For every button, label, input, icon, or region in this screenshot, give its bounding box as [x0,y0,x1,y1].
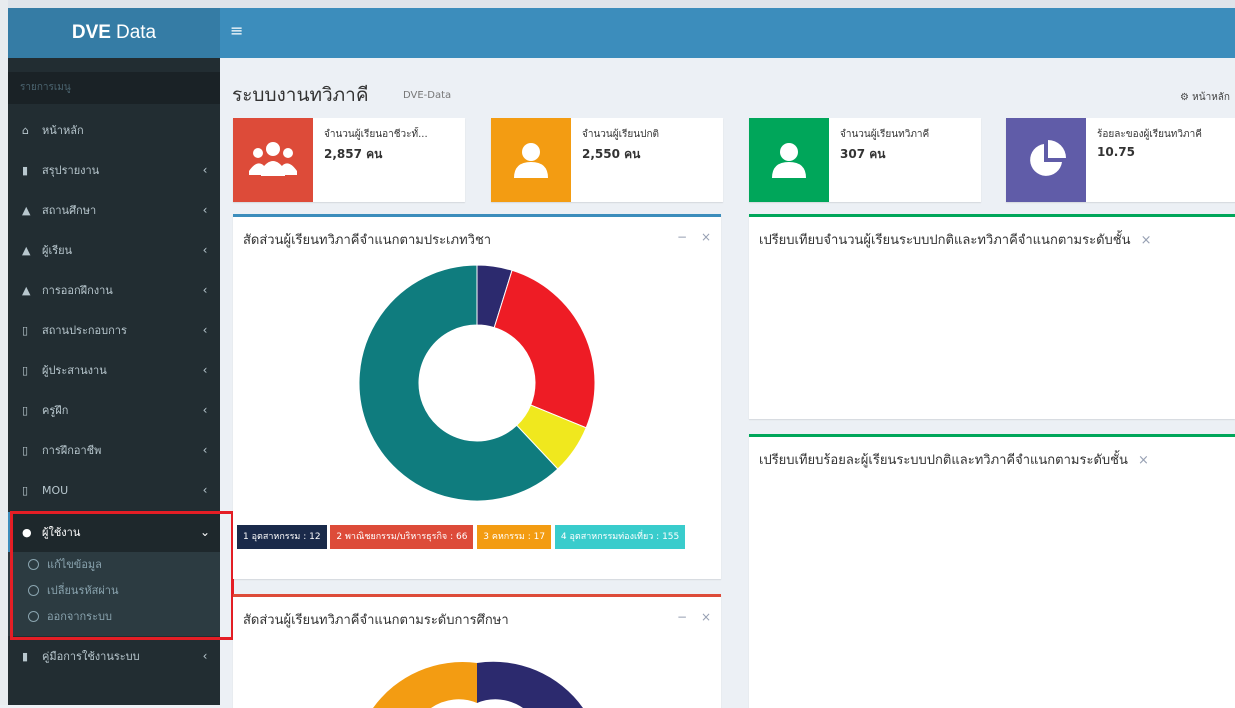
user-icon [491,118,571,202]
sidebar-item-label: หน้าหลัก [42,124,84,137]
info-box-all-students: จำนวนผู้เรียนอาชีวะทั้... 2,857 คน [233,118,465,202]
sidebar-item-internship[interactable]: ▲ การออกฝึกงาน ‹ [8,270,220,310]
box-compare-percent: เปรียบเทียบร้อยละผู้เรียนระบบปกติและทวิภ… [749,434,1235,708]
donut-chart [358,264,596,502]
users-icon [233,118,313,202]
info-box-value: 10.75 [1097,145,1135,159]
chevron-left-icon: ‹ [202,403,208,417]
sidebar-item-coordinators[interactable]: ▯ ผู้ประสานงาน ‹ [8,350,220,390]
info-box-value: 2,857 คน [324,147,383,161]
sidebar-item-mou[interactable]: ▯ MOU ‹ [8,470,220,510]
legend-item: 1 อุตสาหกรรม : 12 [237,525,327,549]
sidebar-menu-header: รายการเมนู [8,72,220,104]
box-title-text: เปรียบเทียบจำนวนผู้เรียนระบบปกติและทวิภา… [759,233,1131,248]
tablet-icon: ▯ [22,363,29,377]
legend-item: 2 พาณิชยกรรม/บริหารธุรกิจ : 66 [330,525,474,549]
sidebar-item-trainers[interactable]: ▯ ครูฝึก ‹ [8,390,220,430]
chevron-left-icon: ‹ [202,443,208,457]
chevron-left-icon: ‹ [202,203,208,217]
left-edge [0,0,8,705]
sidebar-item-label: สถานประกอบการ [42,324,127,337]
chart-legend: 1 อุตสาหกรรม : 12 2 พาณิชยกรรม/บริหารธุร… [237,525,725,553]
info-box-regular-students: จำนวนผู้เรียนปกติ 2,550 คน [491,118,723,202]
info-box-value: 307 คน [840,147,886,161]
sidebar-item-label: ผู้ประสานงาน [42,364,107,377]
sidebar-item-label: MOU [42,483,69,497]
box-compare-count: เปรียบเทียบจำนวนผู้เรียนระบบปกติและทวิภา… [749,214,1235,419]
graduation-cap-icon: ▲ [22,243,31,257]
chevron-left-icon: ‹ [202,163,208,177]
info-box-label: จำนวนผู้เรียนอาชีวะทั้... [324,129,428,140]
sidebar-item-manual[interactable]: ▮ คู่มือการใช้งานระบบ ‹ [8,636,220,676]
info-box-value: 2,550 คน [582,147,641,161]
box-by-level: สัดส่วนผู้เรียนทวิภาคีจำแนกตามระดับการศึ… [233,594,721,708]
sidebar-item-schools[interactable]: ▲ สถานศึกษา ‹ [8,190,220,230]
sidebar-item-label: สถานศึกษา [42,204,97,217]
chevron-left-icon: ‹ [202,363,208,377]
home-icon: ⌂ [22,123,29,137]
close-icon[interactable]: × [1138,453,1149,468]
chevron-left-icon: ‹ [202,323,208,337]
sidebar-item-label: สรุปรายงาน [42,164,100,177]
box-title: เปรียบเทียบจำนวนผู้เรียนระบบปกติและทวิภา… [759,229,1152,250]
sidebar-item-students[interactable]: ▲ ผู้เรียน ‹ [8,230,220,270]
sidebar-item-home[interactable]: ⌂ หน้าหลัก [8,110,220,150]
box-title: เปรียบเทียบร้อยละผู้เรียนระบบปกติและทวิภ… [759,449,1149,470]
dashboard-icon: ⚙ [1180,92,1189,103]
tablet-icon: ▯ [22,403,29,417]
info-box-label: จำนวนผู้เรียนทวิภาคี [840,129,930,140]
chevron-left-icon: ‹ [202,483,208,497]
top-strip [0,0,1235,8]
brand-rest: Data [115,22,157,43]
info-box-label: ร้อยละของผู้เรียนทวิภาคี [1097,129,1202,140]
chevron-left-icon: ‹ [202,283,208,297]
chevron-left-icon: ‹ [202,243,208,257]
user-icon [749,118,829,202]
sidebar-item-label: การออกฝึกงาน [42,284,113,297]
pie-chart-icon [1006,118,1086,202]
graduation-cap-icon: ▲ [22,283,31,297]
level-slice [373,662,477,708]
book-icon: ▮ [22,649,29,663]
tablet-icon: ▯ [22,483,29,497]
breadcrumb-home: หน้าหลัก [1192,92,1230,103]
highlight-annotation [10,511,234,640]
sidebar-item-reports[interactable]: ▮ สรุปรายงาน ‹ [8,150,220,190]
breadcrumb[interactable]: ⚙ หน้าหลัก [1180,90,1230,105]
info-box-label: จำนวนผู้เรียนปกติ [582,129,660,140]
sidebar-item-companies[interactable]: ▯ สถานประกอบการ ‹ [8,310,220,350]
info-box-dual-percent: ร้อยละของผู้เรียนทวิภาคี 10.75 [1006,118,1235,202]
brand-logo[interactable]: DVE Data [8,8,220,58]
box-title-text: เปรียบเทียบร้อยละผู้เรียนระบบปกติและทวิภ… [759,453,1128,468]
sidebar-item-label: ผู้เรียน [42,244,73,257]
book-icon: ▮ [22,163,29,177]
donut-slice [493,269,596,429]
legend-item: 4 อุตสาหกรรมท่องเที่ยว : 155 [554,525,686,549]
level-donut-chart [373,661,583,708]
sidebar-item-vocational-training[interactable]: ▯ การฝึกอาชีพ ‹ [8,430,220,470]
graduation-cap-icon: ▲ [22,203,31,217]
close-icon[interactable]: × [1141,233,1152,248]
brand-bold: DVE [71,22,111,43]
chevron-left-icon: ‹ [202,649,208,663]
top-navbar: ≡ [220,8,1235,58]
sidebar-item-label: การฝึกอาชีพ [42,444,102,457]
sidebar-item-label: คู่มือการใช้งานระบบ [42,650,140,663]
tablet-icon: ▯ [22,323,29,337]
page-subtitle: DVE-Data [403,90,452,101]
level-slice [477,661,583,708]
tablet-icon: ▯ [22,443,29,457]
box-by-type: สัดส่วนผู้เรียนทวิภาคีจำแนกตามประเภทวิชา… [233,214,721,579]
sidebar-toggle-icon[interactable]: ≡ [230,21,243,40]
legend-item: 3 คหกรรม : 17 [477,525,552,549]
sidebar-item-label: ครูฝึก [42,404,69,417]
page-title: ระบบงานทวิภาคี [232,84,369,106]
info-box-dual-students: จำนวนผู้เรียนทวิภาคี 307 คน [749,118,981,202]
